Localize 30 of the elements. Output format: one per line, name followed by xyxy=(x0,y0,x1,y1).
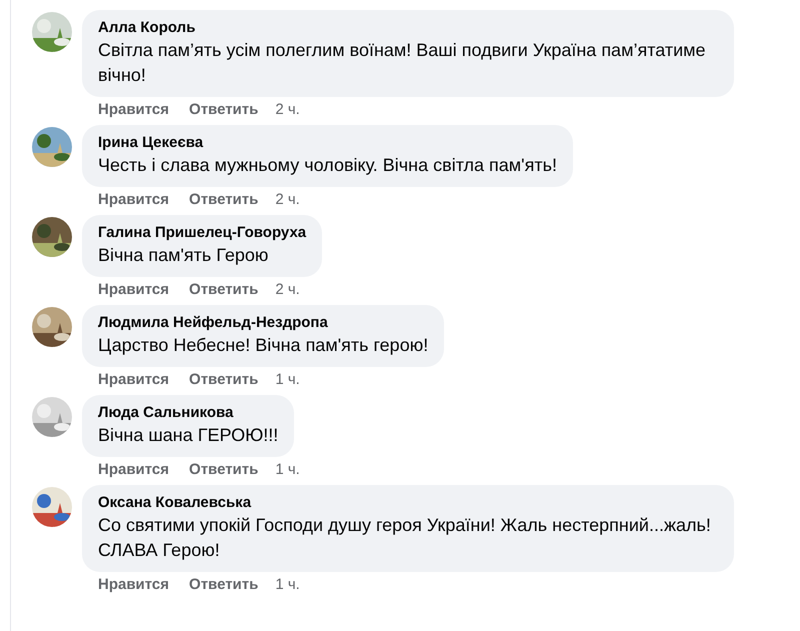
like-link[interactable]: Нравится xyxy=(98,370,170,389)
reply-link[interactable]: Ответить xyxy=(189,190,258,209)
comment-time[interactable]: 1 ч. xyxy=(275,575,300,594)
like-link[interactable]: Нравится xyxy=(98,575,170,594)
comment-author[interactable]: Галина Пришелец-Говоруха xyxy=(98,223,306,243)
comment-author[interactable]: Алла Король xyxy=(98,18,718,38)
reply-link[interactable]: Ответить xyxy=(189,575,258,594)
comment-text: Царство Небесне! Вічна пам'ять герою! xyxy=(98,334,428,357)
like-link[interactable]: Нравится xyxy=(98,100,170,119)
comment-author[interactable]: Оксана Ковалевська xyxy=(98,493,718,513)
comment-text: Світла пам’ять усім полеглим воїнам! Ваші подвиги Україна пам’ятатиме вічно! xyxy=(98,39,707,87)
reply-link[interactable]: Ответить xyxy=(189,280,258,299)
comment-time[interactable]: 1 ч. xyxy=(275,460,300,479)
reply-link[interactable]: Ответить xyxy=(189,370,258,389)
reply-link[interactable]: Ответить xyxy=(189,100,258,119)
like-link[interactable]: Нравится xyxy=(98,280,170,299)
like-link[interactable]: Нравится xyxy=(98,190,170,209)
comment-time[interactable]: 2 ч. xyxy=(275,100,300,119)
comment-text: Честь і слава мужньому чоловіку. Вічна світла пам'ять! xyxy=(98,154,557,177)
like-link[interactable]: Нравится xyxy=(98,460,170,479)
comment-text: Со святими упокій Господи душу героя України! Жаль нестерпний...жаль! СЛАВА Герою! xyxy=(98,514,712,562)
comment-author[interactable]: Людмила Нейфельд-Нездропа xyxy=(98,313,428,333)
comment-time[interactable]: 1 ч. xyxy=(275,370,300,389)
comment-author[interactable]: Люда Сальникова xyxy=(98,403,278,423)
comment-text: Вічна шана ГЕРОЮ!!! xyxy=(98,424,278,447)
comment-author[interactable]: Ірина Цекеєва xyxy=(98,133,557,153)
comment-time[interactable]: 2 ч. xyxy=(275,280,300,299)
reply-link[interactable]: Ответить xyxy=(189,460,258,479)
comment-time[interactable]: 2 ч. xyxy=(275,190,300,209)
comment-text: Вічна пам'ять Герою xyxy=(98,244,270,267)
